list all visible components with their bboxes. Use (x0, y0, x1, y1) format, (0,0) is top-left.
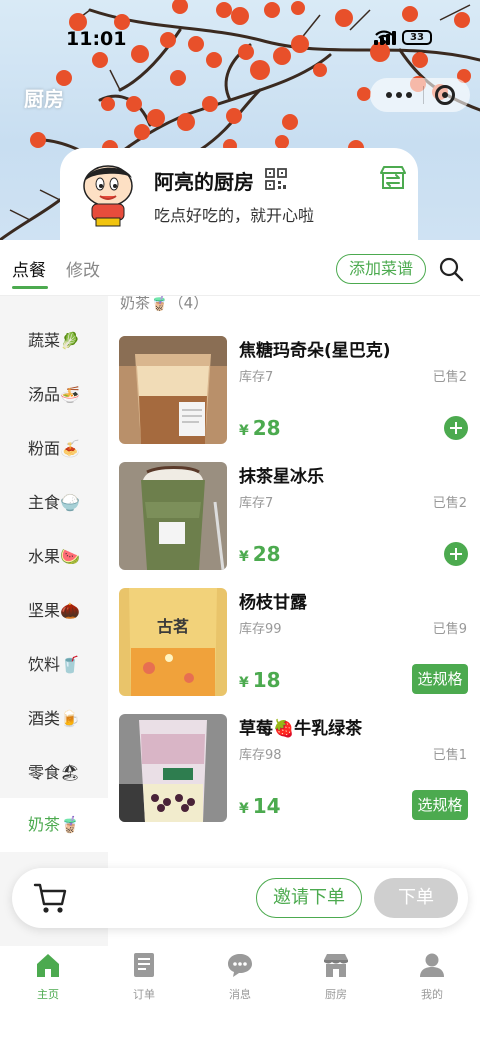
product-image[interactable]: 古茗 (119, 588, 227, 696)
product-item[interactable]: 古茗 杨枝甘露 库存99 已售9 ¥18 选规格 (108, 588, 480, 700)
nav-label: 订单 (133, 988, 155, 1001)
product-name: 焦糖玛奇朵(星巴克) (239, 341, 391, 361)
select-spec-button[interactable]: 选规格 (412, 790, 468, 820)
shop-slogan: 吃点好吃的，就开心啦 (154, 206, 315, 225)
tab-order[interactable]: 点餐 (12, 256, 46, 281)
bottom-nav: 主页 订单 消息 厨房 我的 (0, 946, 480, 1044)
kitchen-icon (324, 954, 348, 977)
category-item-nuts[interactable]: 坚果🌰 (0, 584, 108, 638)
tabs-bar: 点餐 修改 添加菜谱 (0, 240, 480, 296)
product-stock: 库存7 (239, 496, 274, 511)
product-stock: 库存7 (239, 370, 274, 385)
status-time: 11:01 (66, 28, 127, 50)
place-order-button[interactable]: 下单 (374, 878, 458, 918)
nav-item-orders[interactable]: 订单 (96, 952, 192, 1002)
add-to-cart-plus-icon[interactable] (444, 542, 468, 566)
product-stock: 库存98 (239, 748, 282, 763)
shop-name: 阿亮的厨房 (154, 170, 254, 194)
product-sold: 已售2 (432, 496, 467, 511)
qr-code-icon[interactable] (265, 168, 287, 190)
invite-order-button[interactable]: 邀请下单 (256, 878, 362, 918)
add-to-cart-plus-icon[interactable] (444, 416, 468, 440)
product-price: ¥14 (239, 794, 281, 818)
shop-switch-icon[interactable] (378, 164, 408, 192)
home-icon (37, 954, 59, 977)
nav-item-profile[interactable]: 我的 (384, 952, 480, 1002)
nav-label: 厨房 (325, 988, 347, 1001)
product-sold: 已售1 (432, 748, 467, 763)
capsule-divider (422, 86, 424, 104)
product-item[interactable]: 草莓🍓牛乳绿茶 库存98 已售1 ¥14 选规格 (108, 714, 480, 826)
category-item-staple[interactable]: 主食🍚 (0, 476, 108, 530)
nav-item-kitchen[interactable]: 厨房 (288, 952, 384, 1002)
category-item-milk-tea[interactable]: 奶茶🧋 (0, 798, 108, 852)
orders-icon (134, 953, 154, 977)
cart-icon[interactable] (32, 880, 68, 916)
svg-text:古茗: 古茗 (157, 617, 189, 636)
category-item-vegetables[interactable]: 蔬菜🥬 (0, 314, 108, 368)
wifi-icon (375, 30, 393, 44)
mini-program-capsule[interactable] (370, 78, 470, 112)
profile-icon (420, 953, 444, 977)
more-icon[interactable] (385, 92, 412, 98)
product-item[interactable]: 焦糖玛奇朵(星巴克) 库存7 已售2 ¥28 (108, 336, 480, 448)
category-item-soup[interactable]: 汤品🍜 (0, 368, 108, 422)
product-list[interactable]: 奶茶🧋（4） 焦糖玛奇朵(星巴克) 库存7 已售2 ¥28 抹茶星冰乐 库存7 … (108, 296, 480, 856)
category-item-noodles[interactable]: 粉面🍝 (0, 422, 108, 476)
battery-icon: 33 (402, 30, 432, 45)
add-menu-button[interactable]: 添加菜谱 (336, 254, 426, 284)
cart-bar: 邀请下单 下单 (12, 868, 468, 928)
search-icon[interactable] (438, 256, 464, 282)
product-name: 杨枝甘露 (239, 593, 307, 613)
product-stock: 库存99 (239, 622, 282, 637)
tab-edit[interactable]: 修改 (66, 256, 100, 281)
select-spec-button[interactable]: 选规格 (412, 664, 468, 694)
product-price: ¥28 (239, 416, 281, 440)
category-item-fruit[interactable]: 水果🍉 (0, 530, 108, 584)
category-item-drinks[interactable]: 饮料🥤 (0, 638, 108, 692)
product-sold: 已售9 (432, 622, 467, 637)
category-item-alcohol[interactable]: 酒类🍺 (0, 692, 108, 746)
category-item-snacks[interactable]: 零食🏖 (0, 746, 108, 800)
close-target-icon[interactable] (434, 85, 455, 105)
section-header: 奶茶🧋（4） (120, 296, 209, 312)
avatar[interactable] (74, 158, 146, 230)
nav-label: 主页 (37, 988, 59, 1001)
category-sidebar: 蔬菜🥬 汤品🍜 粉面🍝 主食🍚 水果🍉 坚果🌰 饮料🥤 酒类🍺 零食🏖 奶茶🧋 (0, 296, 108, 946)
shop-card: 阿亮的厨房 吃点好吃的，就开心啦 (60, 148, 418, 250)
nav-item-home[interactable]: 主页 (0, 952, 96, 1002)
banner-title: 厨房 (24, 87, 64, 111)
product-image[interactable] (119, 714, 227, 822)
message-icon (228, 954, 252, 977)
product-image[interactable] (119, 336, 227, 444)
product-sold: 已售2 (432, 370, 467, 385)
product-name: 草莓🍓牛乳绿茶 (239, 719, 363, 739)
nav-item-messages[interactable]: 消息 (192, 952, 288, 1002)
product-price: ¥28 (239, 542, 281, 566)
tab-underline (12, 286, 48, 289)
product-price: ¥18 (239, 668, 281, 692)
product-image[interactable] (119, 462, 227, 570)
status-icons: 33 (374, 30, 432, 45)
nav-label: 我的 (421, 988, 443, 1001)
nav-label: 消息 (229, 988, 251, 1001)
product-name: 抹茶星冰乐 (239, 467, 324, 487)
product-item[interactable]: 抹茶星冰乐 库存7 已售2 ¥28 (108, 462, 480, 574)
